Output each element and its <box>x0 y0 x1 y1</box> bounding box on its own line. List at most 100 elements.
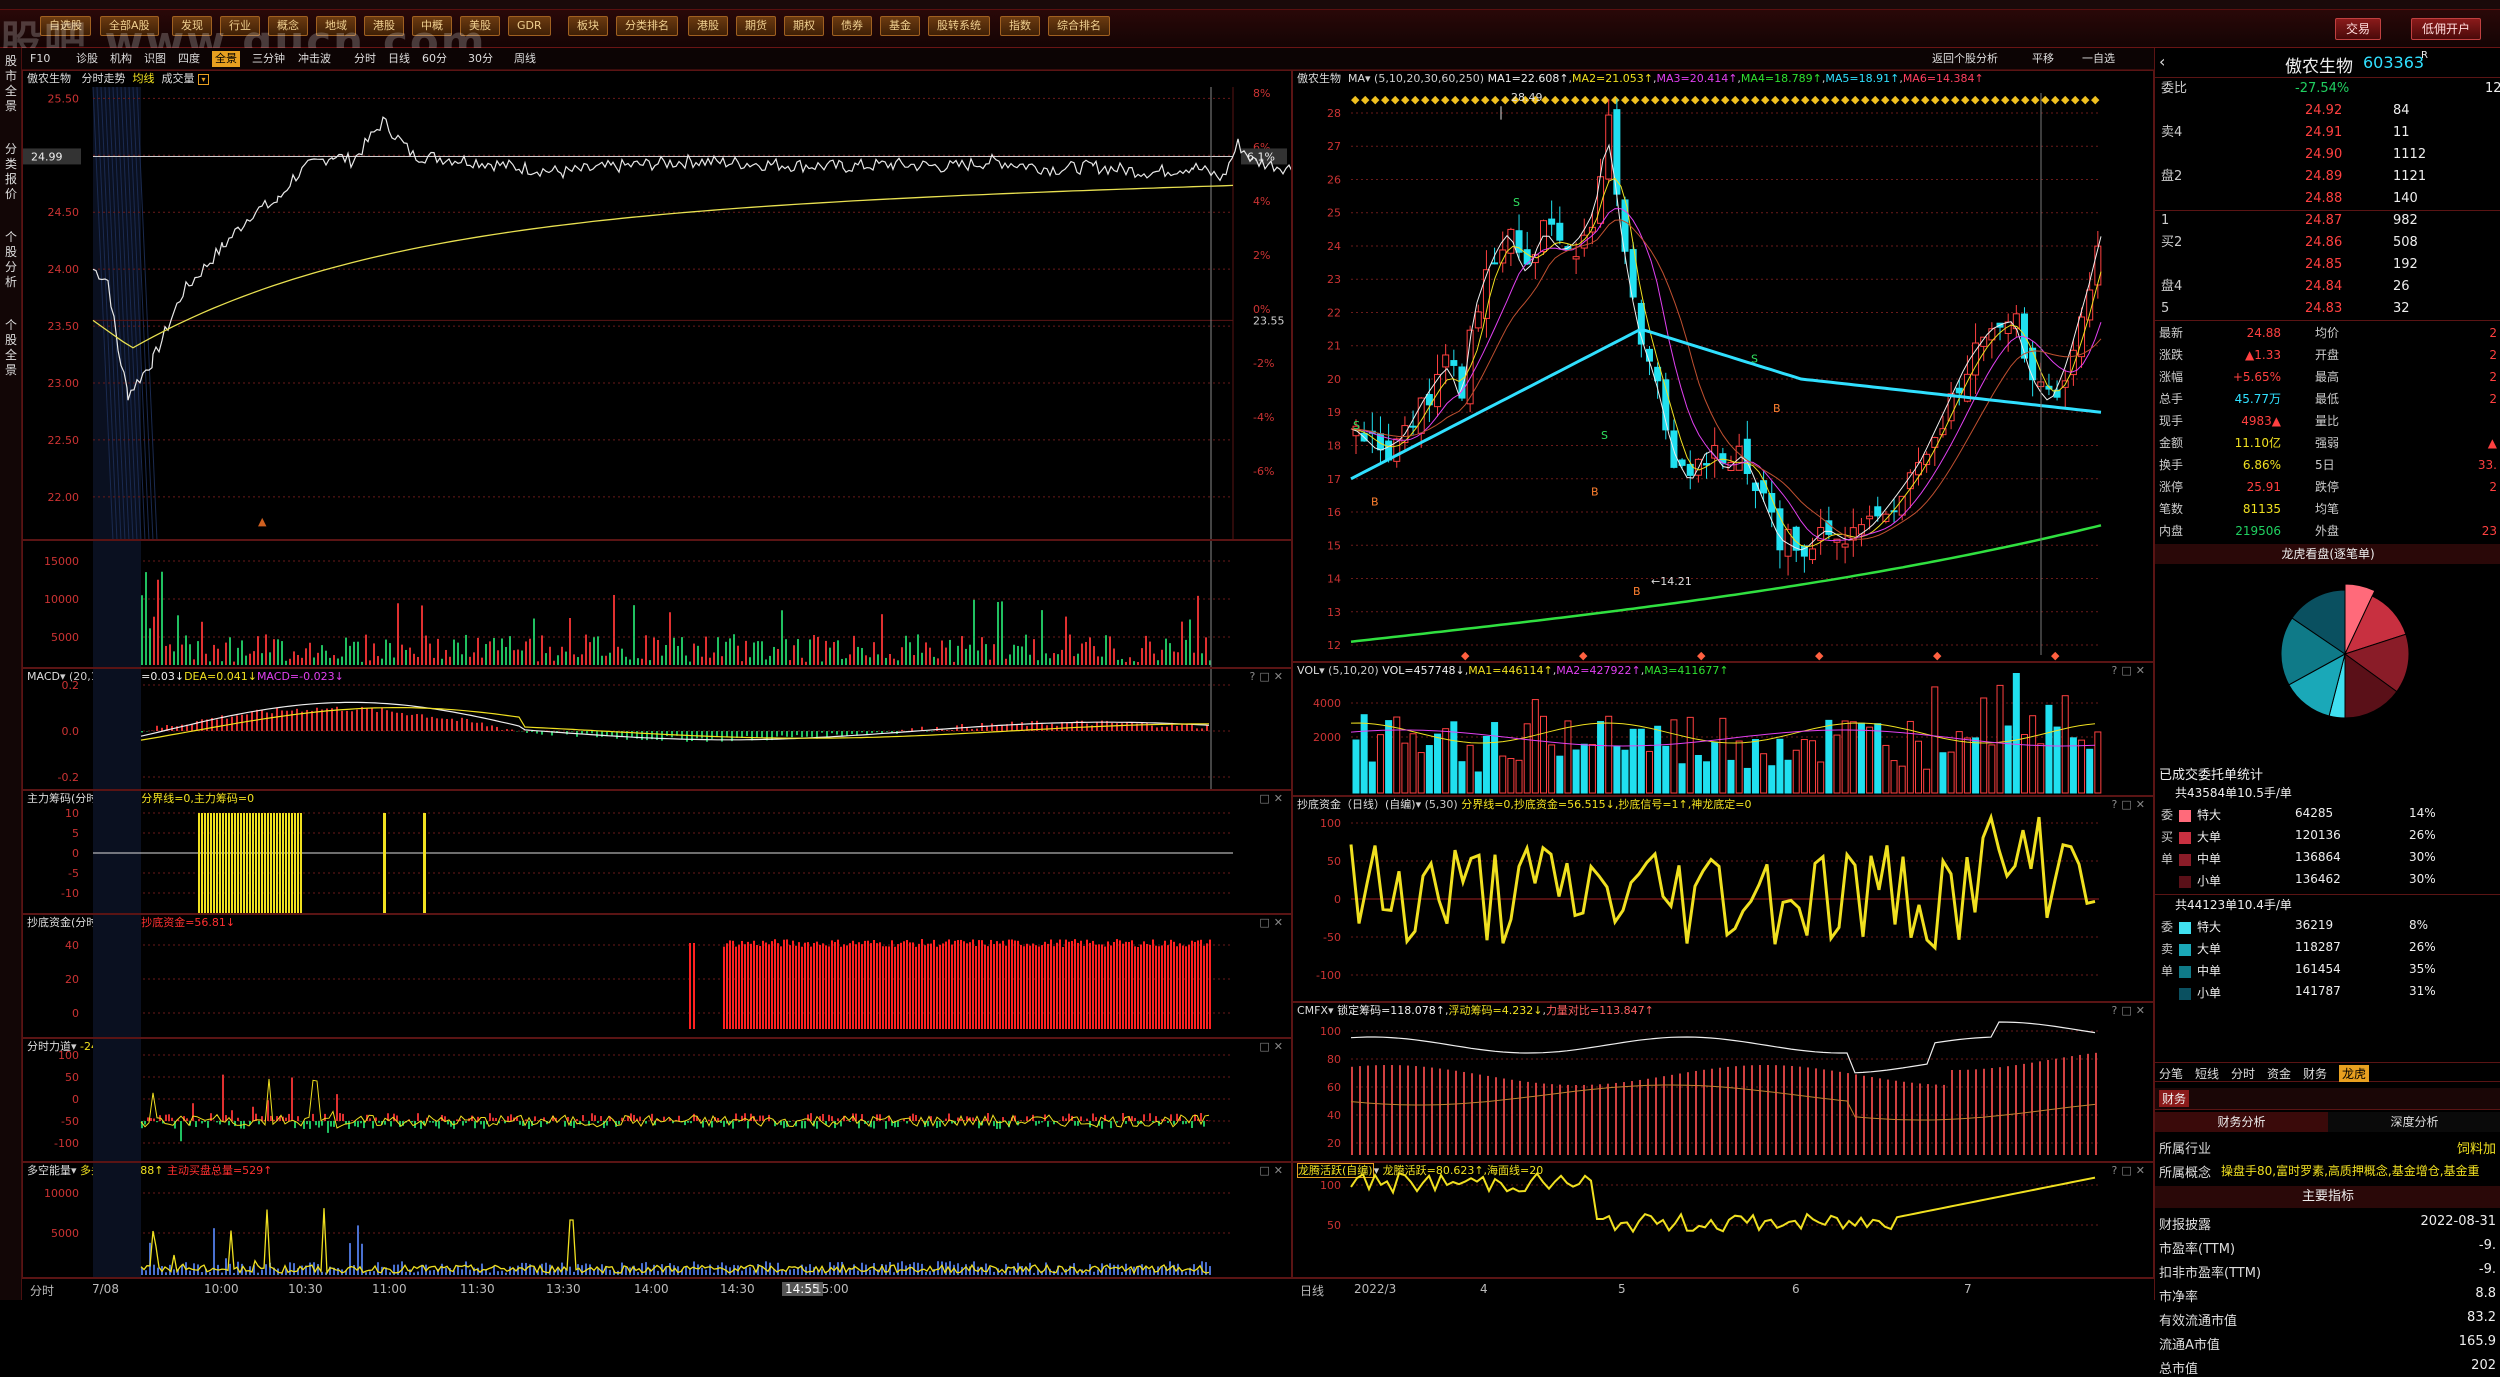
toolbar-button-14[interactable]: 期权 <box>784 16 824 36</box>
fin-value: 165.9 <box>2459 1334 2496 1349</box>
macd-bar <box>311 711 313 731</box>
volume-bar <box>657 640 659 665</box>
macd-bar <box>591 731 593 733</box>
volume-bar <box>737 646 739 665</box>
toolbar-button-16[interactable]: 基金 <box>880 16 920 36</box>
volume-bar <box>361 662 363 665</box>
dkn-bar <box>581 1265 583 1275</box>
stat-label: 总手 <box>2159 388 2183 410</box>
signal-diamond: ◆ <box>2031 93 2040 106</box>
intraday-tab-0[interactable]: F10 <box>30 51 50 67</box>
quote-stock-name: 傲农生物 <box>2285 52 2353 77</box>
dvol-bar <box>1834 735 1840 793</box>
toolbar-right-button-0[interactable]: 交易 <box>2335 18 2381 40</box>
left-nav-tab-2[interactable]: 个股分析 <box>2 230 20 290</box>
intraday-tab-6[interactable]: 三分钟 <box>252 51 285 67</box>
toolbar-button-19[interactable]: 综合排名 <box>1048 16 1110 36</box>
dkn-bar <box>145 1270 147 1275</box>
date-label-0[interactable]: 日线 <box>1300 1282 1324 1299</box>
daily-bar-2[interactable]: 一自选 <box>2082 51 2115 67</box>
fsld-bar <box>1143 1114 1145 1121</box>
toolbar-button-15[interactable]: 债券 <box>832 16 872 36</box>
toolbar-button-9[interactable]: GDR <box>508 16 551 36</box>
cdzj-bar <box>1050 940 1052 1029</box>
fsld-bar <box>984 1119 986 1121</box>
intraday-tab-5[interactable]: 全景 <box>212 51 240 67</box>
fin-subtab-1[interactable]: 深度分析 <box>2328 1112 2500 1132</box>
fin-tab[interactable]: 财务 <box>2159 1090 2189 1107</box>
intraday-tab-8[interactable]: 分时 <box>354 51 376 67</box>
ask-row: 24.88140 <box>2155 188 2500 210</box>
fsld-bar <box>147 1117 149 1121</box>
volume-bar <box>1081 644 1083 665</box>
intraday-tab-11[interactable]: 30分 <box>468 51 493 67</box>
intraday-tab-2[interactable]: 机构 <box>110 51 132 67</box>
daily-kline-panel: 傲农生物 MA▾ (5,10,20,30,60,250) MA1=22.608↑… <box>1292 70 2154 662</box>
macd-bar <box>141 731 143 732</box>
intraday-tab-1[interactable]: 诊股 <box>76 51 98 67</box>
volume-bar <box>437 639 439 665</box>
fsld-bar <box>717 1118 719 1121</box>
dvol-bar <box>1516 760 1522 793</box>
deal-vol: 36219 <box>2295 918 2333 932</box>
quote-tab-1[interactable]: 短线 <box>2195 1065 2219 1082</box>
cdzj-bar <box>807 942 809 1029</box>
quote-tab-5[interactable]: 龙虎 <box>2339 1065 2369 1082</box>
intraday-tab-12[interactable]: 周线 <box>514 51 536 67</box>
intraday-tab-10[interactable]: 60分 <box>422 51 447 67</box>
macd-bar <box>381 708 383 731</box>
signal-diamond: ◆ <box>1881 93 1890 106</box>
cmfx-bar <box>1775 1065 1777 1155</box>
back-icon[interactable]: ‹ <box>2159 52 2165 71</box>
fin-subtab-0[interactable]: 财务分析 <box>2155 1112 2328 1132</box>
daily-bar-1[interactable]: 平移 <box>2032 51 2054 67</box>
cdzj-bar <box>1035 945 1037 1029</box>
toolbar-button-13[interactable]: 期货 <box>736 16 776 36</box>
dkn-bar <box>897 1263 899 1275</box>
macd-bar <box>1111 723 1113 731</box>
volume-bar <box>1153 654 1155 665</box>
cmfx-bar <box>1439 1068 1441 1155</box>
toolbar-button-17[interactable]: 股转系统 <box>928 16 990 36</box>
dvol-bar <box>1598 722 1604 793</box>
cdzj-bar <box>774 939 776 1029</box>
intraday-tab-7[interactable]: 冲击波 <box>298 51 331 67</box>
left-nav-tab-1[interactable]: 分类报价 <box>2 142 20 202</box>
daily-bar-0[interactable]: 返回个股分析 <box>1932 51 1998 67</box>
cdzj-bar <box>1149 945 1151 1029</box>
fsld-bar <box>1203 1121 1205 1127</box>
macd-bar <box>181 725 183 731</box>
quote-tab-0[interactable]: 分笔 <box>2159 1065 2183 1082</box>
toolbar-button-11[interactable]: 分类排名 <box>616 16 678 36</box>
dkn-bar <box>493 1266 495 1275</box>
dvol-bar <box>2038 744 2044 793</box>
toolbar-right-button-1[interactable]: 低佣开户 <box>2411 18 2481 40</box>
macd-bar <box>396 713 398 731</box>
kline-tick: 18 <box>1327 439 1341 452</box>
fsld-bar <box>1125 1121 1127 1124</box>
left-nav-tab-0[interactable]: 股市全景 <box>2 54 20 114</box>
time-label-0[interactable]: 分时 <box>30 1282 54 1299</box>
volume-bar <box>825 641 827 665</box>
toolbar-button-18[interactable]: 指数 <box>1000 16 1040 36</box>
quote-tab-3[interactable]: 资金 <box>2267 1065 2291 1082</box>
macd-bar <box>491 725 493 731</box>
left-nav-tab-3[interactable]: 个股全景 <box>2 318 20 378</box>
cmfx-bar <box>1711 1069 1713 1155</box>
cdzj-bar <box>1113 942 1115 1029</box>
fsld-bar <box>216 1121 218 1122</box>
toolbar-button-12[interactable]: 港股 <box>688 16 728 36</box>
intraday-tab-4[interactable]: 四度 <box>178 51 200 67</box>
intraday-tab-3[interactable]: 识图 <box>144 51 166 67</box>
volume-bar <box>293 651 295 665</box>
cdzj-bar <box>831 940 833 1029</box>
quote-tab-2[interactable]: 分时 <box>2231 1065 2255 1082</box>
intraday-tab-9[interactable]: 日线 <box>388 51 410 67</box>
toolbar-button-10[interactable]: 板块 <box>568 16 608 36</box>
cdzj-bar <box>1101 944 1103 1029</box>
dkn-bar <box>705 1270 707 1275</box>
dvol-bar <box>1369 762 1375 793</box>
volume-bar <box>265 634 267 665</box>
quote-tab-4[interactable]: 财务 <box>2303 1065 2327 1082</box>
candle-body <box>1810 549 1816 560</box>
